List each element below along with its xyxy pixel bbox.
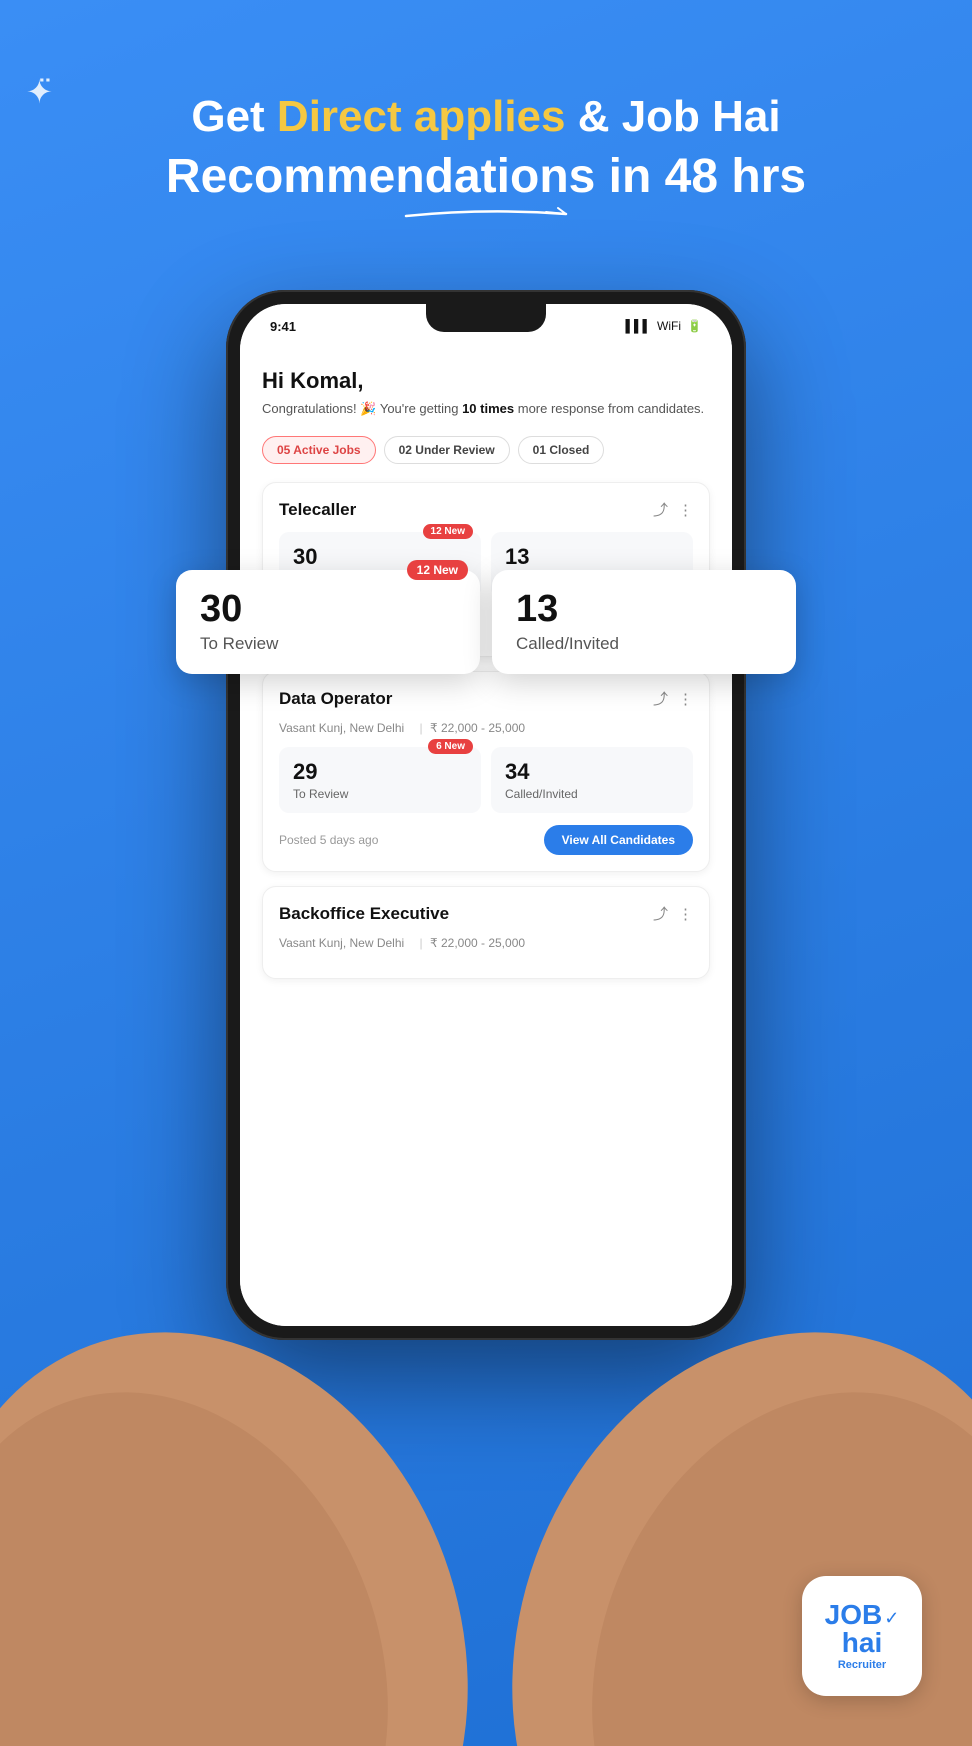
header-section: ✦̈ Get Direct applies & Job Hai Recommen…: [0, 70, 972, 220]
more-icon-telecaller[interactable]: ⋮: [678, 501, 693, 519]
battery-icon: 🔋: [687, 319, 702, 333]
jobhai-logo: JOB ✓ hai Recruiter: [802, 1576, 922, 1696]
congrats-text: Congratulations! 🎉 You're getting 10 tim…: [262, 400, 710, 418]
location-data-op: Vasant Kunj, New Delhi: [279, 721, 404, 735]
new-badge-telecaller: 12 New: [423, 524, 473, 539]
more-icon-backoffice[interactable]: ⋮: [678, 905, 693, 923]
phone-shell: 9:41 ▌▌▌ WiFi 🔋 Hi Komal, Congratulation…: [226, 290, 746, 1340]
job-meta-backoffice: Vasant Kunj, New Delhi | ₹ 22,000 - 25,0…: [279, 936, 693, 950]
tab-active-jobs[interactable]: 05 Active Jobs: [262, 436, 376, 464]
job-card-data-operator: Data Operator ⤴ ⋮ Vasant Kunj, New Delhi…: [262, 671, 710, 872]
filter-tabs: 05 Active Jobs 02 Under Review 01 Closed: [262, 436, 710, 464]
floating-card-called: 13 Called/Invited: [492, 570, 796, 674]
view-candidates-btn-data-op[interactable]: View All Candidates: [544, 825, 693, 855]
job-card-header-telecaller: Telecaller ⤴ ⋮: [279, 499, 693, 520]
congrats-bold: 10 times: [462, 401, 514, 416]
logo-hai-text: hai: [842, 1629, 882, 1657]
job-meta-data-op: Vasant Kunj, New Delhi | ₹ 22,000 - 25,0…: [279, 721, 693, 735]
logo-check-icon: ✓: [884, 1608, 899, 1629]
job-actions-data-op: ⤴ ⋮: [653, 688, 693, 709]
header-prefix: Get: [191, 92, 277, 141]
to-review-label-data-op: To Review: [293, 787, 467, 801]
separator-data-op: |: [420, 721, 423, 735]
header-suffix: & Job Hai: [565, 92, 780, 141]
status-time: 9:41: [270, 319, 296, 334]
salary-backoffice: ₹ 22,000 - 25,000: [430, 936, 525, 950]
job-card-header-backoffice: Backoffice Executive ⤴ ⋮: [279, 903, 693, 924]
logo-row: JOB ✓: [825, 1601, 900, 1629]
floating-review-number: 30: [200, 590, 456, 628]
more-icon-data-op[interactable]: ⋮: [678, 690, 693, 708]
floating-called-number: 13: [516, 590, 772, 628]
called-box-data-op: 34 Called/Invited: [491, 747, 693, 813]
status-icons: ▌▌▌ WiFi 🔋: [626, 319, 702, 333]
sparkle-icon: ✦̈: [26, 73, 53, 111]
header-highlight: Direct applies: [277, 92, 566, 141]
logo-recruiter-text: Recruiter: [838, 1659, 886, 1671]
to-review-number-data-op: 29: [293, 759, 467, 785]
congrats-suffix: more response from candidates.: [514, 401, 704, 416]
tab-closed[interactable]: 01 Closed: [518, 436, 605, 464]
app-content: Hi Komal, Congratulations! 🎉 You're gett…: [240, 348, 732, 1326]
job-title-data-op: Data Operator: [279, 689, 392, 709]
to-review-box-data-op: 6 New 29 To Review: [279, 747, 481, 813]
job-card-header-data-op: Data Operator ⤴ ⋮: [279, 688, 693, 709]
posted-text-data-op: Posted 5 days ago: [279, 833, 378, 847]
floating-cards: 12 New 30 To Review 13 Called/Invited: [176, 570, 796, 674]
card-footer-data-op: Posted 5 days ago View All Candidates: [279, 825, 693, 855]
header-line1: Get Direct applies & Job Hai: [40, 88, 932, 145]
share-icon-telecaller[interactable]: ⤴: [653, 499, 668, 520]
job-actions-telecaller: ⤴ ⋮: [653, 499, 693, 520]
share-icon-data-op[interactable]: ⤴: [653, 688, 668, 709]
salary-data-op: ₹ 22,000 - 25,000: [430, 721, 525, 735]
congrats-prefix: Congratulations! 🎉 You're getting: [262, 401, 462, 416]
new-badge-data-op: 6 New: [428, 739, 473, 754]
job-card-backoffice: Backoffice Executive ⤴ ⋮ Vasant Kunj, Ne…: [262, 886, 710, 979]
location-backoffice: Vasant Kunj, New Delhi: [279, 936, 404, 950]
share-icon-backoffice[interactable]: ⤴: [653, 903, 668, 924]
job-title-backoffice: Backoffice Executive: [279, 904, 449, 924]
separator-backoffice: |: [420, 936, 423, 950]
header-line2: Recommendations in 48 hrs: [40, 149, 932, 204]
underline-decoration: [396, 206, 576, 220]
job-title-telecaller: Telecaller: [279, 500, 356, 520]
called-label-data-op: Called/Invited: [505, 787, 679, 801]
signal-icon: ▌▌▌: [626, 319, 652, 333]
wifi-icon: WiFi: [657, 319, 681, 333]
job-actions-backoffice: ⤴ ⋮: [653, 903, 693, 924]
called-number-telecaller: 13: [505, 544, 679, 570]
floating-called-label: Called/Invited: [516, 634, 772, 654]
floating-review-label: To Review: [200, 634, 456, 654]
phone-wrapper: 9:41 ▌▌▌ WiFi 🔋 Hi Komal, Congratulation…: [226, 290, 746, 1340]
floating-new-badge: 12 New: [407, 560, 468, 580]
floating-card-to-review: 12 New 30 To Review: [176, 570, 480, 674]
logo-job-text: JOB: [825, 1601, 883, 1629]
tab-under-review[interactable]: 02 Under Review: [384, 436, 510, 464]
called-number-data-op: 34: [505, 759, 679, 785]
phone-screen: 9:41 ▌▌▌ WiFi 🔋 Hi Komal, Congratulation…: [240, 304, 732, 1326]
stats-row-data-op: 6 New 29 To Review 34 Called/Invited: [279, 747, 693, 813]
greeting-text: Hi Komal,: [262, 368, 710, 394]
